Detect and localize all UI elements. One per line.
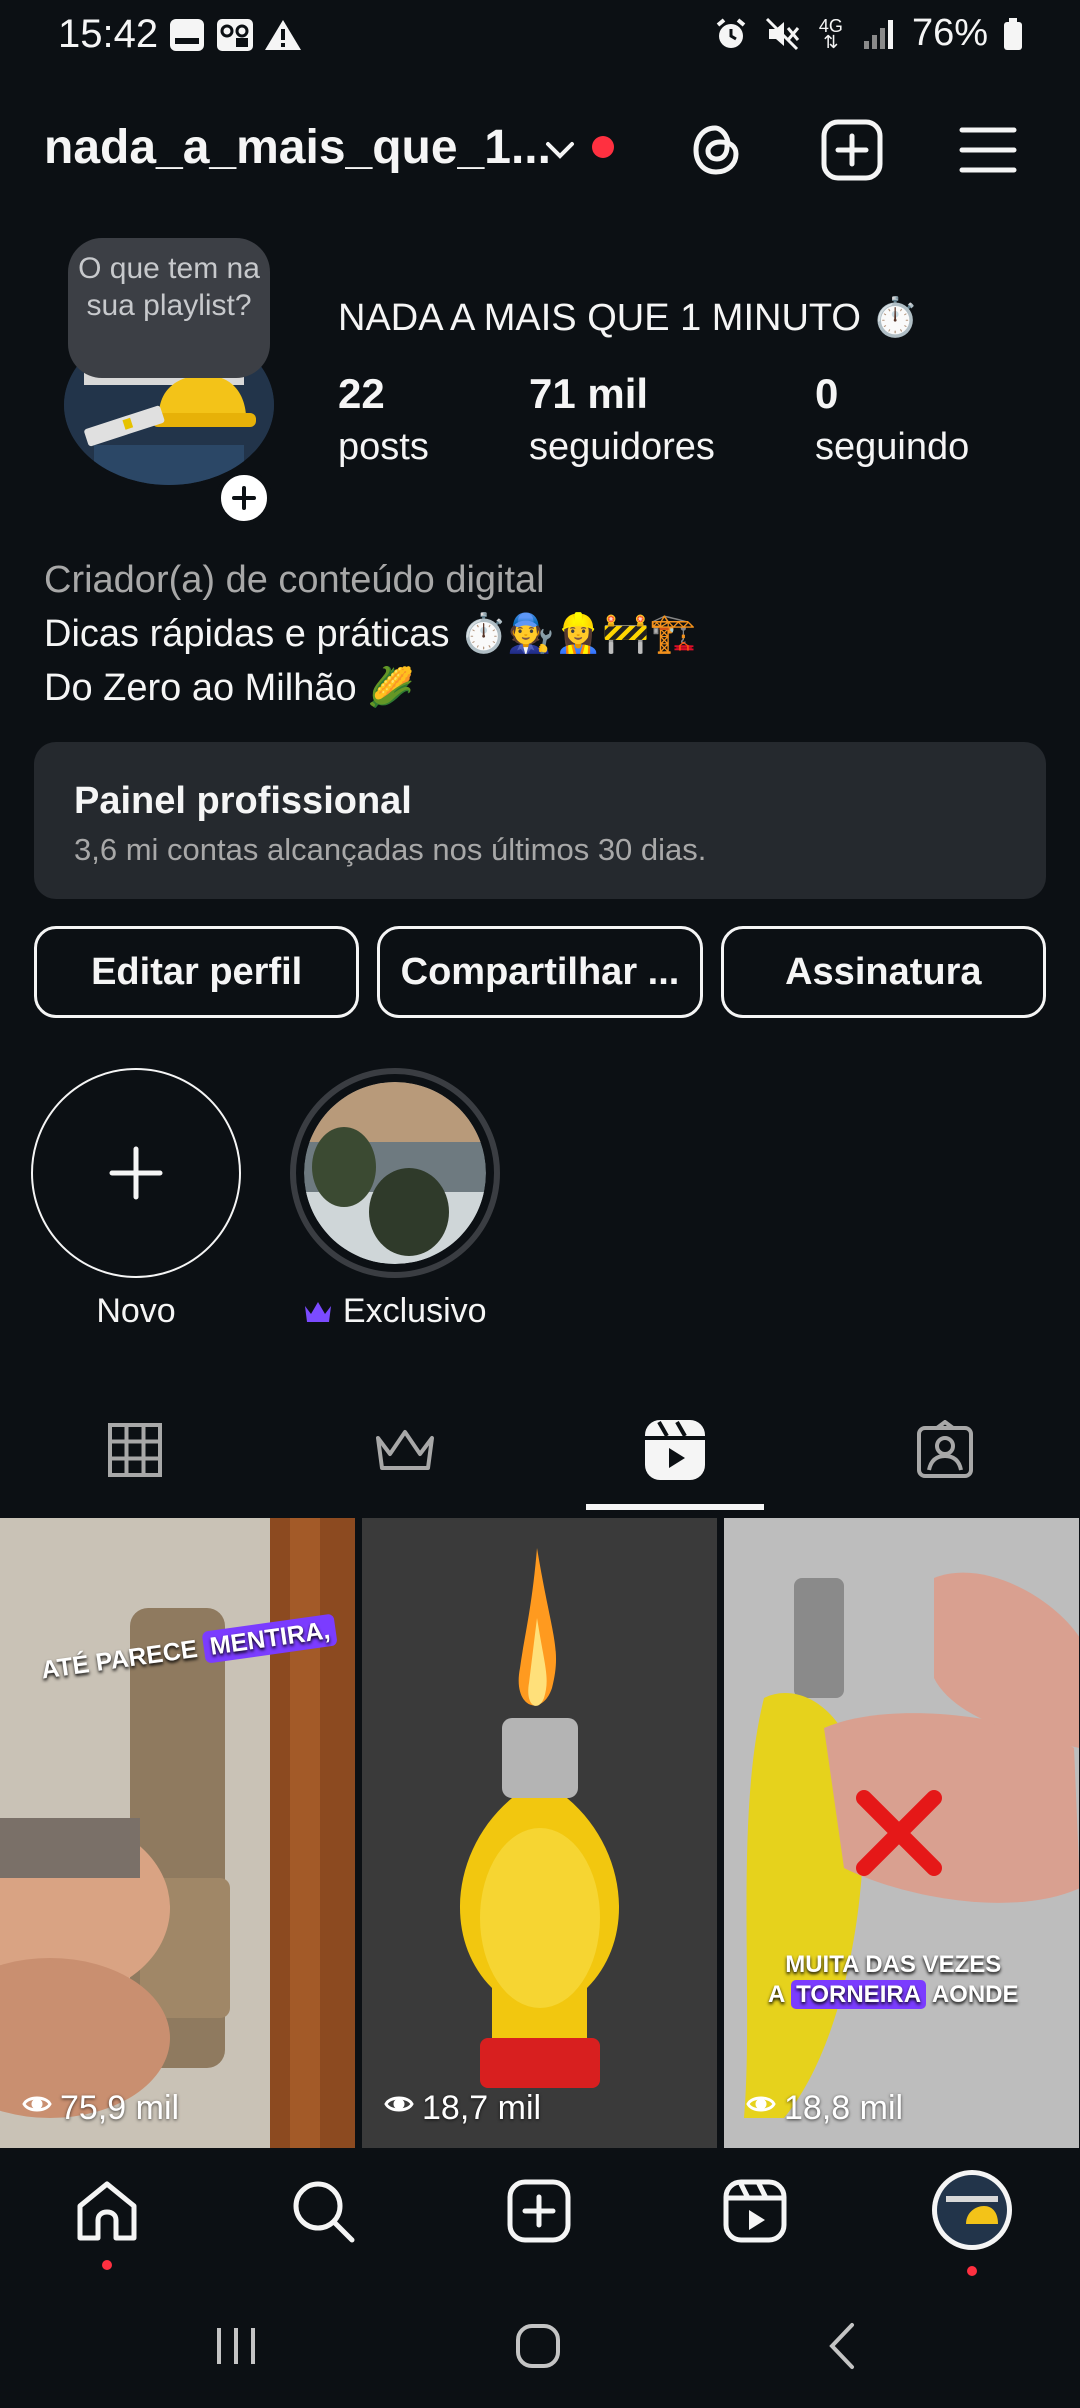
menu-icon[interactable] xyxy=(954,116,1022,184)
professional-dashboard[interactable]: Painel profissional 3,6 mi contas alcanç… xyxy=(34,742,1046,899)
nav-profile[interactable] xyxy=(930,2168,1014,2257)
play-count-icon xyxy=(384,2089,414,2128)
highlight-label-row: Exclusivo xyxy=(290,1292,500,1333)
threads-icon[interactable] xyxy=(682,116,750,184)
reels-icon xyxy=(722,2178,788,2249)
battery-icon xyxy=(1002,15,1024,53)
nav-create[interactable] xyxy=(500,2174,578,2252)
view-count: 18,8 mil xyxy=(746,2089,903,2128)
share-profile-button[interactable]: Compartilhar ... xyxy=(377,926,703,1018)
crown-icon xyxy=(374,1426,436,1479)
crown-icon xyxy=(303,1294,333,1333)
reel-thumbnail xyxy=(0,1518,355,2148)
home-button[interactable] xyxy=(508,2318,568,2378)
highlight-thumbnail xyxy=(290,1068,500,1278)
recent-apps-button[interactable] xyxy=(206,2318,266,2378)
bio-line: Dicas rápidas e práticas ⏱️🧑‍🔧👷‍♀️🚧🏗️ xyxy=(44,613,697,655)
display-name: NADA A MAIS QUE 1 MINUTO ⏱️ xyxy=(338,297,919,339)
dashboard-title: Painel profissional xyxy=(74,780,412,822)
stat-label: seguindo xyxy=(815,426,970,468)
reel-thumbnail xyxy=(362,1518,717,2148)
edit-profile-button[interactable]: Editar perfil xyxy=(34,926,360,1018)
profile-avatar xyxy=(930,2168,1014,2257)
profile-header: nada_a_mais_que_1... xyxy=(0,100,1080,200)
media-icon xyxy=(168,16,206,54)
reel-tile[interactable]: 18,7 mil xyxy=(362,1518,717,2148)
profile-notification-dot xyxy=(967,2266,977,2276)
search-icon xyxy=(290,2178,356,2249)
tab-tagged[interactable] xyxy=(810,1393,1080,1511)
network-icon: 4G ⇅ xyxy=(818,15,843,52)
subscription-button[interactable]: Assinatura xyxy=(720,926,1046,1018)
highlight-label: Exclusivo xyxy=(342,1292,487,1330)
notification-icons xyxy=(168,16,302,54)
stat-value: 0 xyxy=(815,370,839,417)
mute-icon xyxy=(764,15,802,53)
active-tab-indicator xyxy=(586,1504,764,1510)
back-button[interactable] xyxy=(812,2318,872,2378)
dashboard-subtitle: 3,6 mi contas alcançadas nos últimos 30 … xyxy=(74,832,707,867)
tab-reels[interactable] xyxy=(540,1393,810,1511)
status-time: 15:42 xyxy=(58,12,159,56)
status-bar: 15:42 4G ⇅ 76% xyxy=(0,0,1080,70)
recents-icon xyxy=(211,2324,261,2373)
home-circle-icon xyxy=(514,2322,562,2375)
system-navigation xyxy=(0,2278,1080,2408)
stat-posts[interactable]: 22 posts xyxy=(338,370,429,469)
nav-search[interactable] xyxy=(284,2174,362,2252)
reels-icon xyxy=(643,1418,707,1487)
status-right: 4G ⇅ 76% xyxy=(712,12,1024,55)
stat-label: posts xyxy=(338,426,429,468)
add-story-icon[interactable] xyxy=(216,470,272,526)
voicemail-icon xyxy=(216,16,254,54)
back-arrow-icon xyxy=(822,2321,862,2376)
bio-line: Do Zero ao Milhão 🌽 xyxy=(44,667,415,709)
play-count-icon xyxy=(746,2089,776,2128)
username[interactable]: nada_a_mais_que_1... xyxy=(44,120,551,175)
view-count: 75,9 mil xyxy=(22,2089,179,2128)
stat-label: seguidores xyxy=(529,426,715,468)
reel-tile[interactable]: MUITA DAS VEZES A TORNEIRA AONDE 18,8 mi… xyxy=(724,1518,1079,2148)
bio: Criador(a) de conteúdo digital Dicas ráp… xyxy=(44,553,697,715)
bio-category: Criador(a) de conteúdo digital xyxy=(44,559,545,601)
home-notification-dot xyxy=(102,2260,112,2270)
tab-posts[interactable] xyxy=(0,1393,270,1511)
tagged-icon xyxy=(915,1419,975,1485)
nav-reels[interactable] xyxy=(716,2174,794,2252)
home-icon xyxy=(74,2178,140,2249)
highlight-exclusive[interactable]: Exclusivo xyxy=(290,1068,500,1333)
stat-value: 22 xyxy=(338,370,385,417)
bottom-navigation xyxy=(0,2148,1080,2278)
stat-value: 71 mil xyxy=(529,370,649,417)
tab-exclusive[interactable] xyxy=(270,1393,540,1511)
stat-following[interactable]: 0 seguindo xyxy=(815,370,969,469)
reel-tile[interactable]: ATÉ PARECE MENTIRA, 75,9 mil xyxy=(0,1518,355,2148)
nav-home[interactable] xyxy=(68,2174,146,2252)
create-post-icon[interactable] xyxy=(818,116,886,184)
alarm-icon xyxy=(712,15,750,53)
play-count-icon xyxy=(22,2089,52,2128)
reel-overlay-text: MUITA DAS VEZES A TORNEIRA AONDE xyxy=(768,1951,1019,2009)
grid-icon xyxy=(107,1422,163,1483)
reel-thumbnail xyxy=(724,1518,1079,2148)
view-count: 18,7 mil xyxy=(384,2089,541,2128)
notification-dot xyxy=(592,136,614,158)
create-icon xyxy=(506,2178,572,2249)
highlight-label: Novo xyxy=(96,1292,176,1330)
profile-tabs xyxy=(0,1393,1080,1511)
reels-grid: ATÉ PARECE MENTIRA, 75,9 mil 18,7 mil MU… xyxy=(0,1518,1080,2148)
warning-icon xyxy=(264,16,302,54)
highlight-new[interactable]: Novo xyxy=(31,1068,241,1331)
chevron-down-icon[interactable] xyxy=(540,130,580,170)
profile-actions: Editar perfil Compartilhar ... Assinatur… xyxy=(34,926,1046,1018)
stat-followers[interactable]: 71 mil seguidores xyxy=(529,370,715,469)
battery-percent: 76% xyxy=(911,12,988,54)
signal-icon xyxy=(860,15,898,53)
note-text: O que tem na sua playlist? xyxy=(78,252,260,322)
note-bubble[interactable]: O que tem na sua playlist? xyxy=(68,238,270,378)
plus-icon xyxy=(31,1068,241,1278)
